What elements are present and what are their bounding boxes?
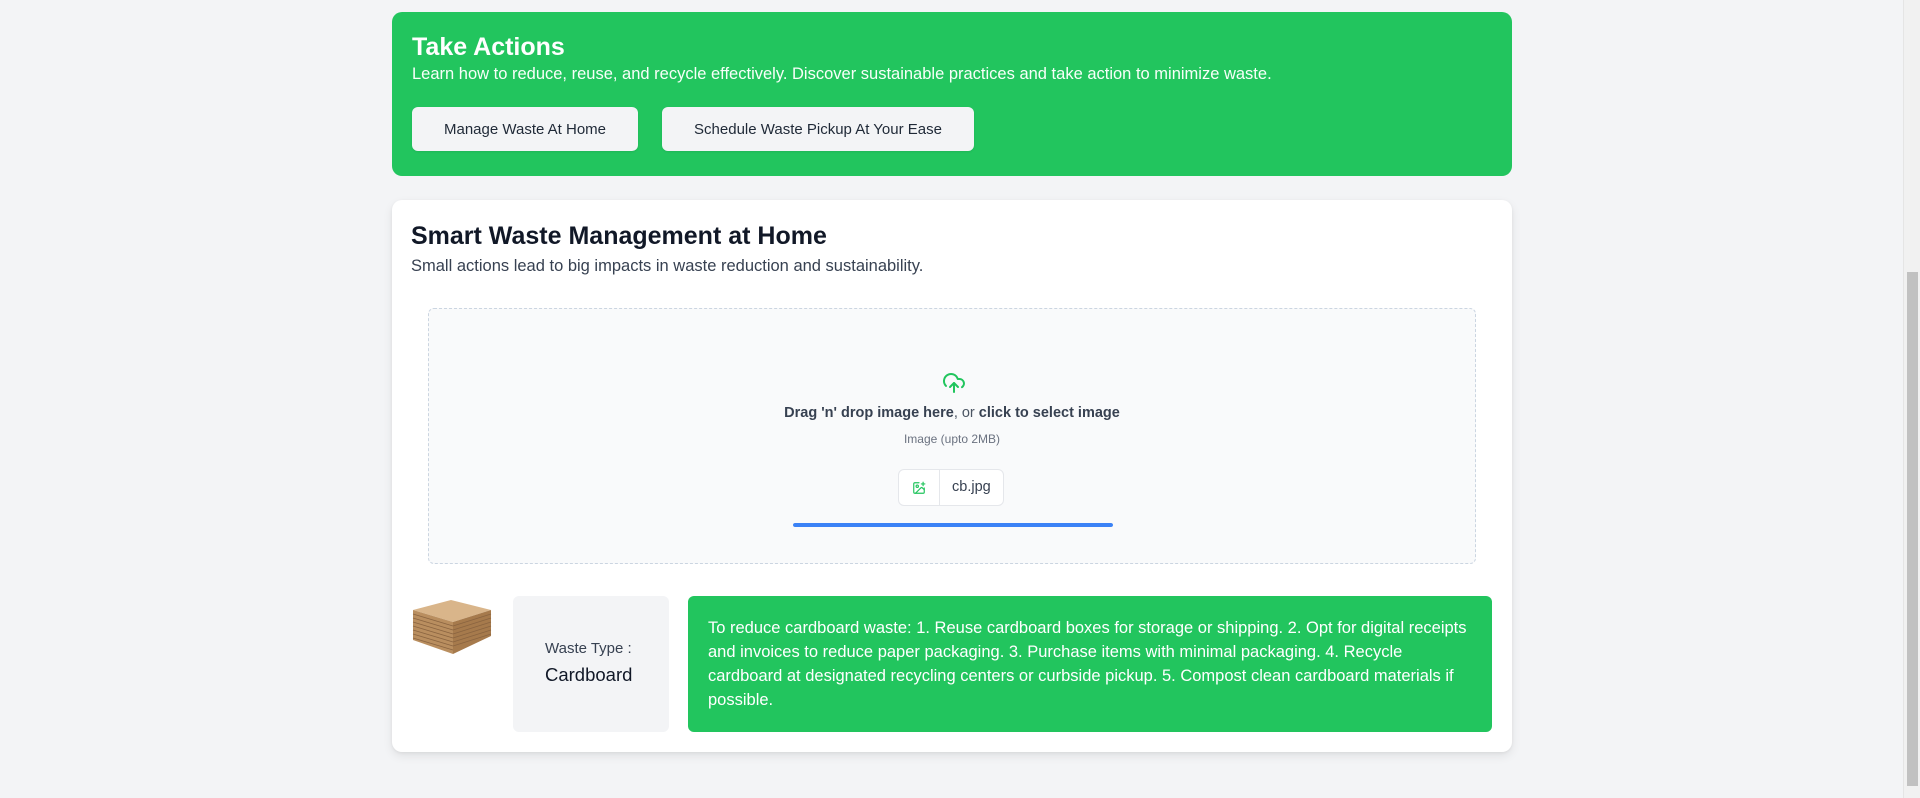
upload-progress-fill [793,523,1113,527]
image-dropzone[interactable]: Drag 'n' drop image here, or click to se… [428,308,1476,564]
waste-type-value: Cardboard [545,664,633,685]
cardboard-image [411,596,493,656]
take-actions-card: Take Actions Learn how to reduce, reuse,… [392,12,1512,176]
waste-type-label: Waste Type : [545,640,632,657]
take-actions-title: Take Actions [412,33,565,61]
vertical-scrollbar[interactable] [1903,0,1920,798]
selected-file-chip: cb.jpg [898,469,1004,506]
schedule-waste-pickup-button[interactable]: Schedule Waste Pickup At Your Ease [662,107,974,151]
dropzone-instructions: Drag 'n' drop image here, or click to se… [429,405,1475,421]
waste-tips-box: To reduce cardboard waste: 1. Reuse card… [688,596,1492,732]
smart-waste-card: Smart Waste Management at Home Small act… [392,200,1512,752]
smart-waste-title: Smart Waste Management at Home [411,222,827,250]
drag-drop-text: Drag 'n' drop image here [784,405,954,421]
scrollbar-thumb[interactable] [1907,272,1918,786]
manage-waste-at-home-button[interactable]: Manage Waste At Home [412,107,639,151]
smart-waste-subtitle: Small actions lead to big impacts in was… [411,257,924,275]
selected-file-name: cb.jpg [952,479,991,495]
page: Take Actions Learn how to reduce, reuse,… [0,0,1920,798]
dropzone-hint: Image (upto 2MB) [903,432,1001,446]
select-image-link[interactable]: click to select image [979,405,1120,421]
upload-cloud-icon [942,371,966,395]
waste-tips-text: To reduce cardboard waste: 1. Reuse card… [708,619,1467,709]
take-actions-subtitle: Learn how to reduce, reuse, and recycle … [412,65,1272,83]
upload-progress-bar [793,523,1113,527]
take-actions-buttons: Manage Waste At Home Schedule Waste Pick… [412,107,1492,151]
image-plus-icon [899,470,940,505]
waste-type-box: Waste Type : Cardboard [513,596,669,732]
or-text: , or [953,405,979,421]
